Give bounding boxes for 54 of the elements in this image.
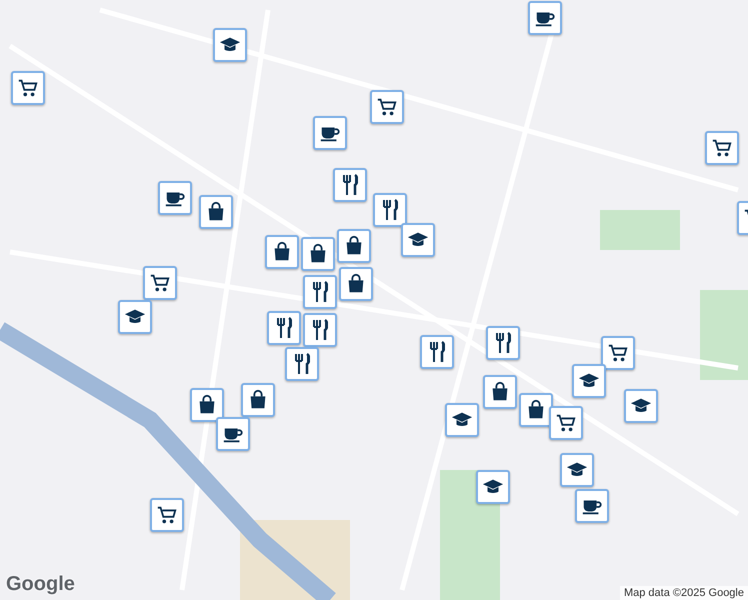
map-pin[interactable] <box>401 223 435 257</box>
map-pin[interactable] <box>267 311 301 345</box>
shopping-cart-icon <box>555 412 577 434</box>
fork-knife-icon <box>429 341 445 363</box>
map-pin[interactable] <box>118 300 152 334</box>
map-pin[interactable] <box>150 498 184 532</box>
map-pin[interactable] <box>303 313 337 347</box>
map-pin[interactable] <box>285 347 319 381</box>
fork-knife-icon <box>342 174 358 196</box>
map-pin[interactable] <box>265 235 299 269</box>
shopping-cart-icon <box>711 137 733 159</box>
map-pin[interactable] <box>705 131 739 165</box>
map-pin[interactable] <box>420 335 454 369</box>
shopping-cart-icon <box>376 96 398 118</box>
map-pin[interactable] <box>337 229 371 263</box>
map-pin[interactable] <box>476 470 510 504</box>
map-pin[interactable] <box>572 364 606 398</box>
fork-knife-icon <box>294 353 310 375</box>
map-pin[interactable] <box>549 406 583 440</box>
map-pin[interactable] <box>303 275 337 309</box>
shopping-cart-icon <box>149 272 171 294</box>
map-pin[interactable] <box>370 90 404 124</box>
map-attribution: Map data ©2025 Google <box>620 586 748 600</box>
map-pin[interactable] <box>339 267 373 301</box>
map-pin[interactable] <box>528 1 562 35</box>
map-pin[interactable] <box>519 393 553 427</box>
map-pin[interactable] <box>199 195 233 229</box>
shopping-cart-icon <box>17 77 39 99</box>
map-pin[interactable] <box>313 116 347 150</box>
map-pin[interactable] <box>216 417 250 451</box>
fork-knife-icon <box>312 319 328 341</box>
map-pin[interactable] <box>190 388 224 422</box>
map-pin[interactable] <box>601 336 635 370</box>
fork-knife-icon <box>312 281 328 303</box>
fork-knife-icon <box>382 199 398 221</box>
shopping-cart-icon <box>607 342 629 364</box>
map-pin[interactable] <box>158 181 192 215</box>
map-pin[interactable] <box>11 71 45 105</box>
map-pin[interactable] <box>373 193 407 227</box>
map-pin[interactable] <box>560 453 594 487</box>
map-pin[interactable] <box>624 389 658 423</box>
fork-knife-icon <box>495 332 511 354</box>
map-pin[interactable] <box>143 266 177 300</box>
map-pin[interactable] <box>241 383 275 417</box>
fork-knife-icon <box>276 317 292 339</box>
map-pin[interactable] <box>445 403 479 437</box>
map-pin[interactable] <box>486 326 520 360</box>
shopping-cart-icon <box>156 504 178 526</box>
map-pin[interactable] <box>213 28 247 62</box>
map-pin[interactable] <box>301 237 335 271</box>
map-pin[interactable] <box>575 489 609 523</box>
map-logo: Google <box>6 573 75 596</box>
map-pin[interactable] <box>333 168 367 202</box>
map-pin[interactable] <box>483 375 517 409</box>
